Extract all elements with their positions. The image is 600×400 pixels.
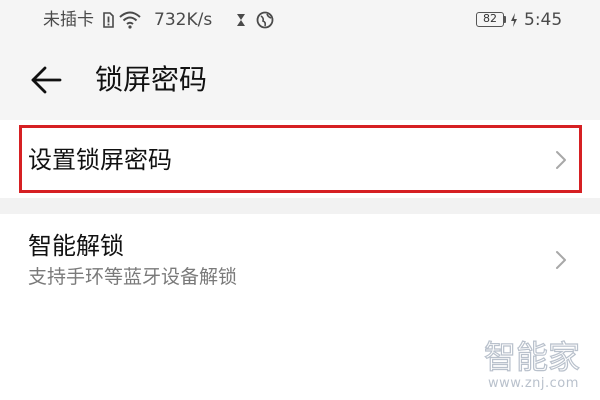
watermark-url: www.znj.com: [488, 376, 579, 391]
network-speed: 732K/s: [154, 10, 213, 30]
smart-unlock-item[interactable]: 智能解锁 支持手环等蓝牙设备解锁: [0, 214, 600, 306]
hourglass-icon: [237, 14, 245, 26]
vpn-globe-icon: [256, 11, 274, 29]
battery-indicator: 82: [476, 12, 504, 27]
watermark-brand: 智能家: [484, 338, 580, 376]
top-app-bar: 未插卡 732K/s 82 5:45 锁屏密码: [0, 0, 600, 120]
charging-bolt-icon: [511, 13, 517, 27]
watermark-logo: 智能家: [483, 337, 580, 376]
wifi-icon: [119, 11, 141, 29]
smart-unlock-description: 支持手环等蓝牙设备解锁: [28, 266, 238, 288]
page-header: 锁屏密码: [0, 40, 600, 120]
watermark: 智能家 www.znj.com: [482, 334, 592, 394]
battery-tip: [504, 16, 506, 23]
status-bar: 未插卡 732K/s 82 5:45: [0, 0, 600, 40]
section-divider: [0, 198, 600, 214]
sim-card-icon: [103, 12, 114, 28]
page-title: 锁屏密码: [95, 63, 208, 96]
status-time: 5:45: [524, 10, 563, 30]
smart-unlock-label: 智能解锁: [28, 232, 124, 260]
back-arrow-icon[interactable]: [28, 62, 64, 98]
highlight-frame: [19, 125, 582, 193]
battery-level: 82: [483, 12, 497, 25]
carrier-status: 未插卡: [43, 10, 94, 30]
chevron-right-icon: [556, 251, 566, 269]
